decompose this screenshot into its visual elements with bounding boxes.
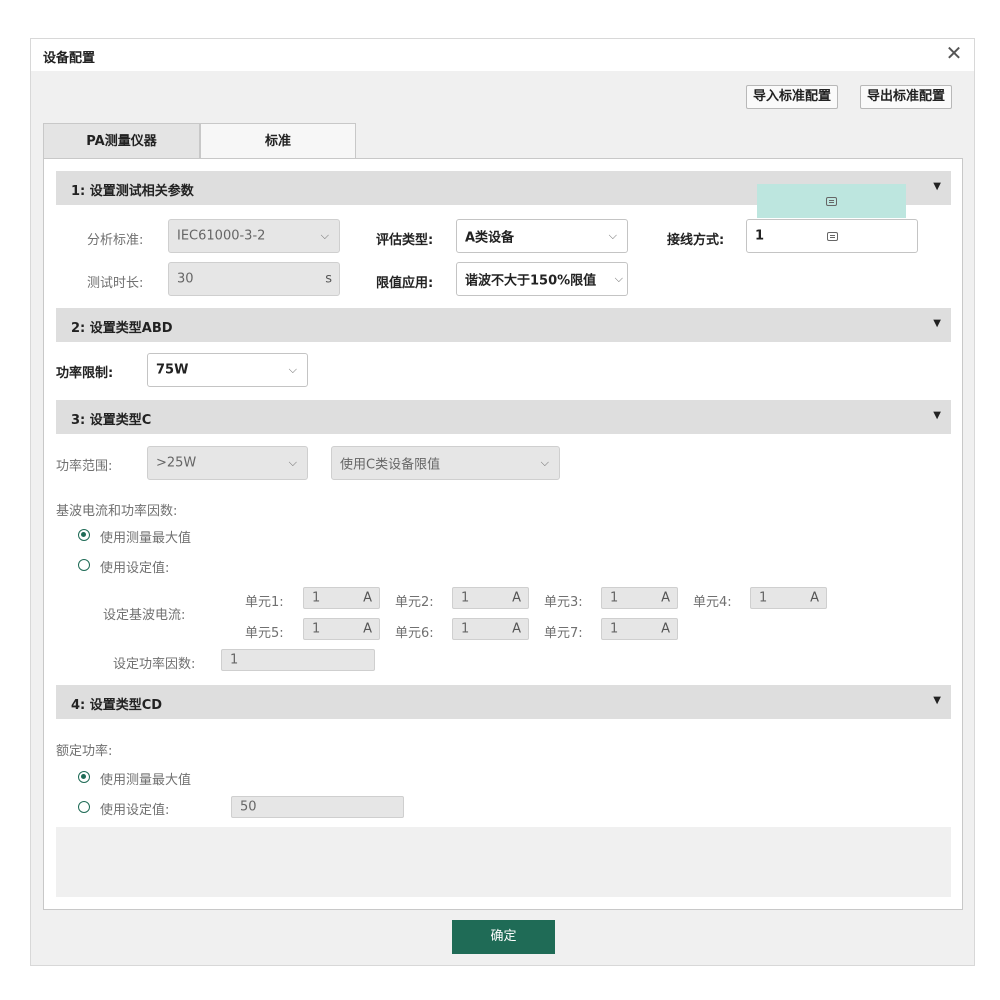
tooltip-highlight — [757, 184, 906, 218]
pf-input[interactable]: 1 — [221, 649, 375, 671]
cd-use-set-label: 使用设定值: — [100, 803, 170, 818]
unit7-unit: A — [661, 621, 670, 637]
unit4-input[interactable]: 1 A — [750, 587, 827, 609]
unit7-input[interactable]: 1 A — [601, 618, 678, 640]
window-title: 设备配置 — [43, 51, 96, 66]
export-config-button[interactable]: 导出标准配置 — [860, 85, 953, 109]
section1-title: 1: 设置测试相关参数 — [71, 184, 194, 199]
unit2-input[interactable]: 1 A — [452, 587, 529, 609]
chevron-down-icon: ⌵ — [540, 456, 549, 469]
eval-type-label: 评估类型: — [376, 233, 434, 248]
unit2-value: 1 — [461, 590, 470, 606]
unit3-unit: A — [661, 590, 670, 606]
analysis-standard-value: IEC61000-3-2 — [177, 228, 266, 244]
empty-area — [56, 827, 951, 897]
power-range-select[interactable]: >25W ⌵ — [147, 446, 308, 480]
eval-type-select[interactable]: A类设备 ⌵ — [456, 219, 628, 253]
use-set-radio[interactable] — [78, 559, 90, 571]
section2-header[interactable]: 2: 设置类型ABD ▼ — [56, 308, 951, 342]
cd-use-max-label: 使用测量最大值 — [100, 773, 192, 788]
test-duration-input[interactable]: 30 s — [168, 262, 340, 296]
wiring-value: 1 — [755, 228, 765, 244]
section3-header[interactable]: 3: 设置类型C ▼ — [56, 400, 951, 434]
unit1-label: 单元1: — [245, 595, 284, 610]
tab-pa-instrument[interactable]: PA测量仪器 — [43, 123, 200, 159]
cd-use-set-radio[interactable] — [78, 801, 90, 813]
unit3-label: 单元3: — [544, 595, 583, 610]
power-limit-select[interactable]: 75W ⌵ — [147, 353, 308, 387]
unit6-label: 单元6: — [395, 626, 434, 641]
analysis-standard-select[interactable]: IEC61000-3-2 ⌵ — [168, 219, 340, 253]
screen-icon — [827, 232, 838, 241]
collapse-arrow-icon[interactable]: ▼ — [933, 181, 941, 192]
screen-icon — [826, 197, 837, 206]
unit1-unit: A — [363, 590, 372, 606]
power-range-value: >25W — [156, 455, 197, 471]
chevron-down-icon: ⌵ — [288, 456, 297, 469]
unit1-value: 1 — [312, 590, 321, 606]
cd-use-max-radio[interactable] — [78, 771, 90, 783]
section3-title: 3: 设置类型C — [71, 413, 152, 428]
use-max-label: 使用测量最大值 — [100, 531, 192, 546]
device-config-dialog: 设备配置 ✕ 导入标准配置 导出标准配置 PA测量仪器 标准 1: 设置测试相关… — [30, 38, 975, 966]
c-limit-select[interactable]: 使用C类设备限值 ⌵ — [331, 446, 560, 480]
chevron-down-icon: ⌵ — [608, 229, 617, 242]
limit-apply-value: 谐波不大于150%限值 — [465, 273, 597, 289]
unit5-input[interactable]: 1 A — [303, 618, 380, 640]
unit7-label: 单元7: — [544, 626, 583, 641]
power-limit-value: 75W — [156, 362, 189, 378]
pf-value: 1 — [230, 652, 239, 668]
section4-header[interactable]: 4: 设置类型CD ▼ — [56, 685, 951, 719]
unit2-unit: A — [512, 590, 521, 606]
use-max-radio[interactable] — [78, 529, 90, 541]
eval-type-value: A类设备 — [465, 230, 515, 246]
unit3-input[interactable]: 1 A — [601, 587, 678, 609]
unit4-value: 1 — [759, 590, 768, 606]
collapse-arrow-icon[interactable]: ▼ — [933, 318, 941, 329]
unit5-unit: A — [363, 621, 372, 637]
unit2-label: 单元2: — [395, 595, 434, 610]
unit4-label: 单元4: — [693, 595, 732, 610]
section2-title: 2: 设置类型ABD — [71, 321, 173, 336]
unit6-input[interactable]: 1 A — [452, 618, 529, 640]
analysis-standard-label: 分析标准: — [87, 233, 144, 248]
close-icon[interactable]: ✕ — [942, 41, 966, 65]
unit6-value: 1 — [461, 621, 470, 637]
test-duration-unit: s — [325, 271, 332, 287]
test-duration-label: 测试时长: — [87, 276, 144, 291]
section4-title: 4: 设置类型CD — [71, 698, 163, 713]
unit1-input[interactable]: 1 A — [303, 587, 380, 609]
title-bar: 设备配置 ✕ — [31, 39, 974, 71]
cd-set-value: 50 — [240, 799, 257, 815]
unit3-value: 1 — [610, 590, 619, 606]
wiring-input[interactable]: 1 — [746, 219, 918, 253]
cd-set-value-input[interactable]: 50 — [231, 796, 404, 818]
standard-panel: 1: 设置测试相关参数 ▼ 分析标准: IEC61000-3-2 ⌵ 评估类型:… — [43, 158, 963, 910]
chevron-down-icon: ⌵ — [288, 363, 297, 376]
import-config-button[interactable]: 导入标准配置 — [746, 85, 839, 109]
power-range-label: 功率范围: — [56, 459, 113, 474]
chevron-down-icon: ⌵ — [614, 272, 623, 285]
power-limit-label: 功率限制: — [56, 366, 114, 381]
unit5-label: 单元5: — [245, 626, 284, 641]
ok-button[interactable]: 确定 — [452, 920, 555, 954]
fundamental-label: 基波电流和功率因数: — [56, 504, 178, 519]
c-limit-value: 使用C类设备限值 — [340, 457, 441, 473]
collapse-arrow-icon[interactable]: ▼ — [933, 695, 941, 706]
chevron-down-icon: ⌵ — [320, 229, 329, 242]
limit-apply-select[interactable]: 谐波不大于150%限值 ⌵ — [456, 262, 628, 296]
tab-standard[interactable]: 标准 — [200, 123, 356, 160]
wiring-label: 接线方式: — [667, 233, 725, 248]
pf-label: 设定功率因数: — [113, 657, 196, 672]
unit7-value: 1 — [610, 621, 619, 637]
test-duration-value: 30 — [177, 271, 194, 287]
use-set-label: 使用设定值: — [100, 561, 170, 576]
limit-apply-label: 限值应用: — [376, 276, 434, 291]
unit4-unit: A — [810, 590, 819, 606]
set-current-label: 设定基波电流: — [103, 608, 186, 623]
rated-power-label: 额定功率: — [56, 744, 113, 759]
unit5-value: 1 — [312, 621, 321, 637]
collapse-arrow-icon[interactable]: ▼ — [933, 410, 941, 421]
unit6-unit: A — [512, 621, 521, 637]
